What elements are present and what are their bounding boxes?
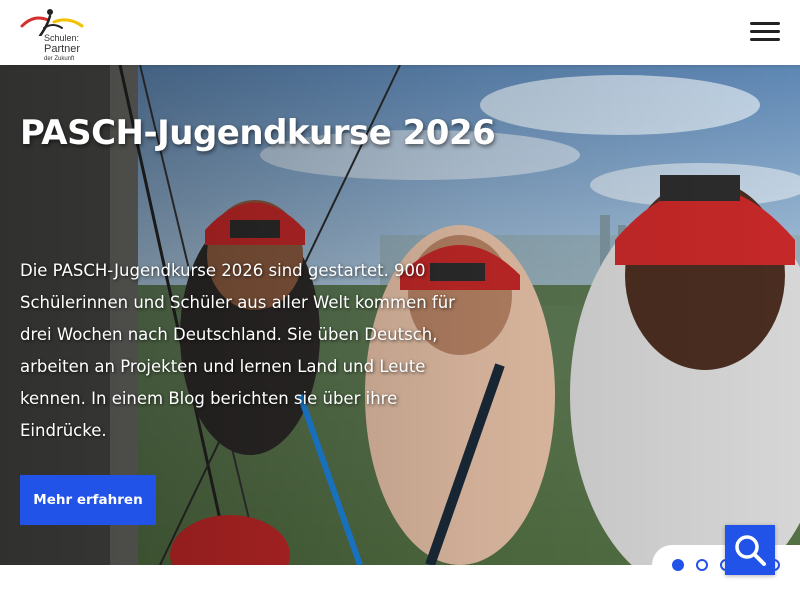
- logo-line-2: Partner: [44, 43, 81, 55]
- logo-wordmark: Schulen: Partner der Zukunft: [44, 33, 81, 63]
- mehr-erfahren-button[interactable]: Mehr erfahren: [20, 475, 156, 525]
- logo-line-3: der Zukunft: [44, 56, 75, 62]
- site-logo[interactable]: Schulen: Partner der Zukunft: [20, 6, 90, 62]
- search-button[interactable]: [725, 525, 775, 575]
- hamburger-menu-icon[interactable]: [748, 20, 782, 44]
- menu-bar: [750, 30, 780, 33]
- carousel-dot-2[interactable]: [696, 559, 708, 571]
- logo-line-1: Schulen:: [44, 33, 80, 43]
- site-header: Schulen: Partner der Zukunft: [0, 0, 800, 65]
- menu-bar: [750, 38, 780, 41]
- pasch-logo-figure-icon: [20, 9, 84, 36]
- menu-bar: [750, 22, 780, 25]
- search-icon: [735, 535, 766, 566]
- carousel-dot-1[interactable]: [672, 559, 684, 571]
- hero-title: PASCH-Jugendkurse 2026: [20, 113, 496, 153]
- hero-description: Die PASCH-Jugendkurse 2026 sind gestarte…: [20, 261, 455, 440]
- hero-slider: PASCH-Jugendkurse 2026 Die PASCH-Jugendk…: [0, 65, 800, 565]
